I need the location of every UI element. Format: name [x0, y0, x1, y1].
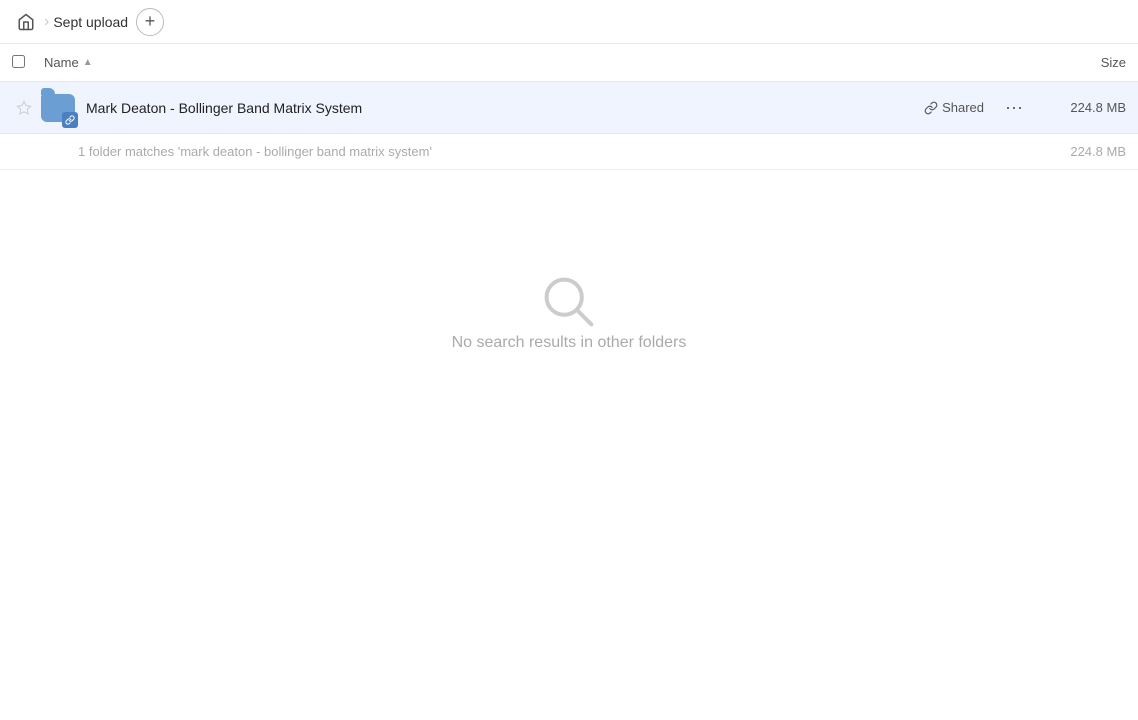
- home-icon: [17, 13, 35, 31]
- header-checkbox[interactable]: [12, 55, 36, 71]
- link-icon: [924, 101, 938, 115]
- link-badge-icon: [65, 115, 75, 125]
- top-nav: › Sept upload +: [0, 0, 1138, 44]
- file-name: Mark Deaton - Bollinger Band Matrix Syst…: [86, 100, 924, 116]
- no-results-text: No search results in other folders: [452, 334, 687, 352]
- match-text: 1 folder matches 'mark deaton - bollinge…: [78, 144, 1036, 159]
- breadcrumb-label: Sept upload: [53, 14, 128, 30]
- empty-state: No search results in other folders: [0, 270, 1138, 352]
- name-column-header[interactable]: Name ▲: [44, 55, 1036, 70]
- more-options-button[interactable]: ···: [1000, 94, 1028, 122]
- no-results-search-icon: [537, 270, 601, 334]
- match-size: 224.8 MB: [1036, 144, 1126, 159]
- column-header: Name ▲ Size: [0, 44, 1138, 82]
- add-button[interactable]: +: [136, 8, 164, 36]
- home-button[interactable]: [12, 8, 40, 36]
- file-row[interactable]: Mark Deaton - Bollinger Band Matrix Syst…: [0, 82, 1138, 134]
- sort-arrow-icon: ▲: [83, 57, 93, 68]
- folder-icon-wrap: [40, 90, 76, 126]
- star-icon: [16, 100, 32, 116]
- shared-badge: Shared: [924, 100, 984, 115]
- folder-link-badge: [62, 112, 78, 128]
- select-all-checkbox[interactable]: [12, 55, 25, 68]
- match-row: 1 folder matches 'mark deaton - bollinge…: [0, 134, 1138, 170]
- size-column-header: Size: [1036, 55, 1126, 70]
- breadcrumb-separator: ›: [44, 13, 49, 31]
- star-button[interactable]: [12, 96, 36, 120]
- shared-label: Shared: [942, 100, 984, 115]
- file-size: 224.8 MB: [1036, 100, 1126, 115]
